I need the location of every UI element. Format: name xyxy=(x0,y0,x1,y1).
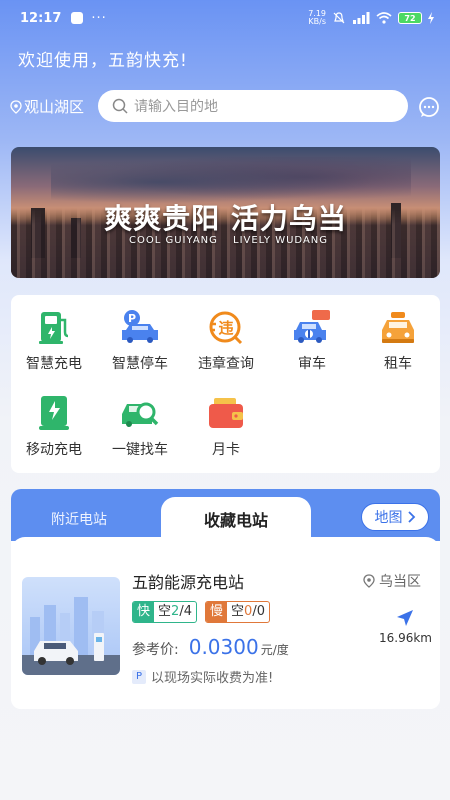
svg-text:P: P xyxy=(128,312,136,325)
func-label: 智慧停车 xyxy=(112,356,168,372)
search-input[interactable]: 请输入目的地 xyxy=(98,90,408,122)
func-violation-query[interactable]: 违 违章查询 xyxy=(183,307,269,373)
price-unit: 元/度 xyxy=(260,643,289,657)
price-note: P 以现场实际收费为准! xyxy=(132,667,273,686)
mute-icon xyxy=(333,12,345,24)
func-label: 审车 xyxy=(298,356,326,372)
func-monthly-card[interactable]: 月卡 xyxy=(183,393,269,459)
func-label: 违章查询 xyxy=(198,356,254,372)
location-pin-icon xyxy=(363,574,375,588)
func-car-rental[interactable]: 租车 xyxy=(355,307,441,373)
banner-sub-left: COOL GUIYANG xyxy=(129,235,218,246)
func-car-inspection[interactable]: 审车 xyxy=(269,307,355,373)
battery-icon: 72 xyxy=(398,12,422,24)
func-label: 移动充电 xyxy=(26,442,82,458)
slow-label: 慢 xyxy=(206,602,228,622)
slow-charger-badge: 慢 空0/0 xyxy=(205,601,270,623)
func-label: 一键找车 xyxy=(112,442,168,458)
func-label: 智慧充电 xyxy=(26,356,82,372)
parking-car-icon: P xyxy=(120,307,160,347)
charging-pile-icon xyxy=(34,307,74,347)
location-district: 观山湖区 xyxy=(24,98,85,116)
map-button[interactable]: 地图 xyxy=(361,503,429,531)
tab-favorite-stations[interactable]: 收藏电站 xyxy=(161,507,311,531)
price-value: 0.0300 xyxy=(188,635,259,659)
signal-icon xyxy=(353,12,370,24)
message-icon[interactable] xyxy=(418,96,440,118)
wifi-icon xyxy=(376,12,392,24)
fast-availability: 空2/4 xyxy=(154,602,196,622)
promo-banner[interactable]: 爽爽贵阳 活力乌当 COOL GUIYANG LIVELY WUDANG xyxy=(11,147,440,278)
car-inspection-icon xyxy=(292,307,332,347)
station-name[interactable]: 五韵能源充电站 xyxy=(132,569,244,593)
charging-bolt-icon xyxy=(428,12,434,24)
banner-sub-right: LIVELY WUDANG xyxy=(233,235,329,246)
status-more: ··· xyxy=(91,10,107,26)
search-placeholder: 请输入目的地 xyxy=(134,99,218,115)
net-speed: 7.19 KB/s xyxy=(308,10,326,26)
net-speed-unit: KB/s xyxy=(308,17,326,26)
status-bar: 12:17 ··· 7.19 KB/s 72 xyxy=(0,0,450,36)
fast-charger-badge: 快 空2/4 xyxy=(132,601,197,623)
station-panel: 附近电站 收藏电站 地图 五韵能源充电站 乌当区 快 空2/4 慢 空0/0 参… xyxy=(11,489,440,709)
notification-app-icon xyxy=(71,12,84,24)
station-area-name: 乌当区 xyxy=(379,574,421,590)
price-note-text: 以现场实际收费为准! xyxy=(151,671,274,686)
parking-tag-icon: P xyxy=(132,669,146,684)
func-find-car[interactable]: 一键找车 xyxy=(97,393,183,459)
status-time: 12:17 xyxy=(20,10,62,26)
map-button-label: 地图 xyxy=(374,510,403,526)
mobile-charging-icon xyxy=(34,393,74,433)
func-smart-parking[interactable]: P 智慧停车 xyxy=(97,307,183,373)
status-right: 7.19 KB/s 72 xyxy=(308,10,434,26)
price-row: 参考价: 0.0300 元/度 xyxy=(132,635,289,659)
svg-text:违: 违 xyxy=(218,319,233,337)
fast-free-label: 空 xyxy=(158,604,172,619)
station-area: 乌当区 xyxy=(363,571,421,591)
function-grid: 智慧充电 P 智慧停车 违 违章查询 审车 租车 移动充电 一键找车 月卡 xyxy=(11,295,440,473)
func-smart-charging[interactable]: 智慧充电 xyxy=(11,307,97,373)
navigate-icon[interactable] xyxy=(396,609,414,627)
location-selector[interactable]: 观山湖区 xyxy=(10,96,84,117)
location-pin-icon xyxy=(10,99,22,114)
station-thumbnail xyxy=(22,577,120,675)
car-rental-icon xyxy=(378,307,418,347)
func-mobile-charging[interactable]: 移动充电 xyxy=(11,393,97,459)
price-label: 参考价: xyxy=(132,642,179,658)
slow-availability: 空0/0 xyxy=(227,602,269,622)
slow-total: /0 xyxy=(252,604,265,619)
violation-query-icon: 违 xyxy=(206,307,246,347)
find-car-icon xyxy=(120,393,160,433)
search-icon xyxy=(112,98,128,114)
monthly-card-icon xyxy=(206,393,246,433)
chevron-right-icon xyxy=(407,511,415,523)
fast-total: /4 xyxy=(179,604,192,619)
welcome-text: 欢迎使用，五韵快充! xyxy=(18,51,188,71)
tab-nearby-stations[interactable]: 附近电站 xyxy=(51,509,107,529)
fast-label: 快 xyxy=(133,602,155,622)
func-label: 租车 xyxy=(384,356,412,372)
func-label: 月卡 xyxy=(212,442,240,458)
banner-title: 爽爽贵阳 活力乌当 xyxy=(104,202,347,235)
slow-free-label: 空 xyxy=(231,604,245,619)
station-distance: 16.96km xyxy=(379,631,432,645)
